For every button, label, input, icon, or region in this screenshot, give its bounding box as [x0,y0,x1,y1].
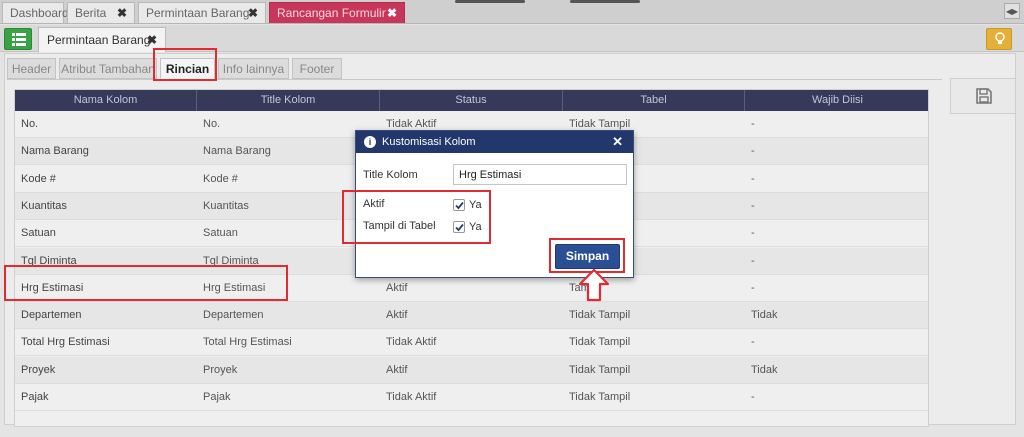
cell-tabel: Tidak Tampil [569,363,631,376]
cell-nama-kolom: No. [21,118,39,130]
close-icon[interactable]: ✖ [248,3,258,23]
highlight-hrg-estimasi-row [4,265,288,301]
tab-label: Berita [75,6,107,20]
cell-status: Aktif [386,309,408,322]
column-header[interactable]: Status [380,90,563,111]
cell-status: Aktif [386,281,408,294]
cell-tabel: Tidak Tampil [569,391,631,403]
cell-title-kolom: Proyek [203,363,238,376]
tab-label: Header [11,62,52,76]
cell-wajib-diisi: - [751,336,755,349]
info-icon: i [364,136,376,148]
top-shadow-mark [455,0,525,3]
cell-nama-kolom: Kuantitas [21,199,67,212]
cell-wajib-diisi: Tidak [751,363,778,376]
tab-label: Footer [299,62,335,76]
tab-rancangan-formulir[interactable]: Rancangan Formulir ✖ [269,2,405,23]
cell-title-kolom: Departemen [203,309,264,322]
title-kolom-input[interactable] [453,164,627,185]
highlight-checkbox-group [342,190,491,244]
lightbulb-icon [995,32,1005,44]
cell-title-kolom: Total Hrg Estimasi [203,336,292,349]
document-tab-label: Permintaan Barang [47,33,151,47]
grid-header: Nama Kolom Title Kolom Status Tabel Waji… [15,90,928,111]
cell-status: Tidak Aktif [386,336,437,349]
tab-permintaan-barang[interactable]: Permintaan Barang ✖ [138,2,266,23]
cell-wajib-diisi: - [751,145,755,158]
close-icon[interactable]: ✖ [117,3,127,23]
cell-wajib-diisi: - [751,199,755,212]
tab-info-lainnya[interactable]: Info lainnya [218,58,289,79]
tab-atribut-tambahan[interactable]: Atribut Tambahan [59,58,157,79]
tab-header[interactable]: Header [7,58,56,79]
cell-nama-kolom: Satuan [21,227,56,240]
table-row[interactable]: Departemen Departemen Aktif Tidak Tampil Tid… [15,302,928,330]
cell-tabel: Tidak Tampil [569,309,631,322]
cell-nama-kolom: Kode # [21,172,56,185]
cell-nama-kolom: Departemen [21,309,82,322]
title-kolom-label: Title Kolom [363,169,418,181]
cell-wajib-diisi: - [751,254,755,267]
tips-button[interactable] [986,28,1012,50]
tab-label: Atribut Tambahan [61,62,155,76]
tab-dashboard[interactable]: Dashboard [2,2,69,23]
cell-wajib-diisi: - [751,172,755,185]
cell-nama-kolom: Total Hrg Estimasi [21,336,110,349]
tab-label: Rancangan Formulir [277,6,386,20]
top-shadow-mark [570,0,640,3]
cell-wajib-diisi: - [751,281,755,294]
cell-title-kolom: Kode # [203,172,238,185]
table-row[interactable]: Pajak Pajak Tidak Aktif Tidak Tampil - [15,384,928,411]
table-row[interactable]: Total Hrg Estimasi Total Hrg Estimasi Tida… [15,329,928,357]
scroll-arrow-icon[interactable]: ◀▶ [1004,3,1020,19]
cell-wajib-diisi: Tidak [751,309,778,322]
tab-label: Permintaan Barang [146,6,250,20]
cell-tabel: Tidak Tampil [569,336,631,349]
menu-list-icon [12,33,26,46]
close-icon[interactable]: ✕ [612,131,623,153]
cell-status: Aktif [386,363,408,376]
tab-label: Dashboard [10,6,69,20]
dialog-title: Kustomisasi Kolom [382,136,476,148]
cell-status: Tidak Aktif [386,391,437,403]
cell-nama-kolom: Nama Barang [21,145,89,158]
tab-footer[interactable]: Footer [292,58,342,79]
table-row[interactable]: Proyek Proyek Aktif Tidak Tampil Tidak [15,356,928,384]
highlight-rincian-tab [153,48,217,81]
window-tab-bar: Dashboard Berita ✖ Permintaan Barang ✖ R… [0,0,1024,24]
document-tab[interactable]: Permintaan Barang ✖ [38,27,166,52]
cell-wajib-diisi: - [751,227,755,240]
cell-title-kolom: Pajak [203,391,231,403]
column-header[interactable]: Nama Kolom [15,90,197,111]
cell-nama-kolom: Proyek [21,363,56,376]
menu-button[interactable] [4,28,32,50]
floppy-disk-icon [976,88,992,104]
cell-wajib-diisi: - [751,391,755,403]
save-form-button[interactable] [950,78,1016,114]
column-header[interactable]: Title Kolom [197,90,380,111]
cell-nama-kolom: Pajak [21,391,49,403]
cell-title-kolom: Nama Barang [203,145,271,158]
cell-wajib-diisi: - [751,118,755,130]
close-icon[interactable]: ✖ [387,3,397,23]
arrow-up-icon [578,268,610,302]
tab-berita[interactable]: Berita ✖ [67,2,135,23]
tab-label: Info lainnya [222,62,285,76]
column-header[interactable]: Wajib Diisi [745,90,928,111]
dialog-header: i Kustomisasi Kolom ✕ [356,131,633,153]
column-header[interactable]: Tabel [563,90,745,111]
cell-title-kolom: No. [203,118,221,130]
